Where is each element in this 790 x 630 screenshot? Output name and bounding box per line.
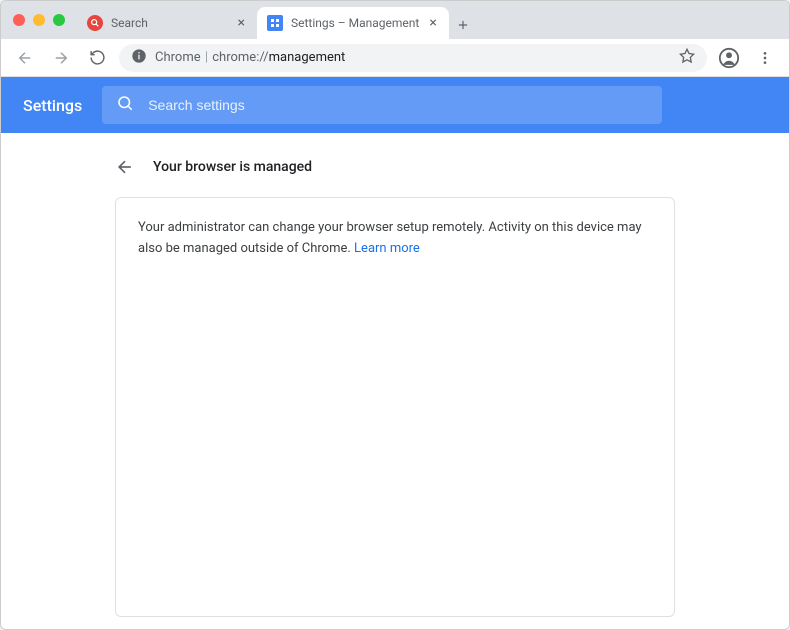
search-input[interactable] xyxy=(148,97,648,113)
back-button[interactable] xyxy=(11,44,39,72)
address-prefix: chrome:// xyxy=(212,50,268,65)
forward-button[interactable] xyxy=(47,44,75,72)
bookmark-star-icon[interactable] xyxy=(679,48,695,68)
content-panel: Your browser is managed Your administrat… xyxy=(115,133,675,629)
window-minimize-button[interactable] xyxy=(33,14,45,26)
address-path: management xyxy=(269,50,346,65)
close-icon[interactable]: × xyxy=(427,13,438,33)
tab-settings-management[interactable]: Settings – Management × xyxy=(257,7,449,39)
settings-header: Settings xyxy=(1,77,789,133)
search-icon xyxy=(116,94,134,116)
settings-search[interactable] xyxy=(102,86,662,124)
panel-body: Your administrator can change your brows… xyxy=(115,197,675,617)
more-menu-icon[interactable] xyxy=(751,44,779,72)
new-tab-button[interactable] xyxy=(449,11,477,39)
window-maximize-button[interactable] xyxy=(53,14,65,26)
address-separator: | xyxy=(204,50,212,65)
tab-search[interactable]: Search × xyxy=(77,7,257,39)
reload-button[interactable] xyxy=(83,44,111,72)
page-title: Your browser is managed xyxy=(153,159,312,175)
panel-header: Your browser is managed xyxy=(115,153,675,197)
learn-more-link[interactable]: Learn more xyxy=(354,241,420,256)
tab-title: Settings – Management xyxy=(291,16,419,30)
window-close-button[interactable] xyxy=(13,14,25,26)
settings-title: Settings xyxy=(23,96,82,115)
site-info-icon[interactable] xyxy=(131,48,147,68)
address-origin: Chrome xyxy=(155,50,201,65)
back-arrow-icon[interactable] xyxy=(115,157,135,177)
content-area: Your browser is managed Your administrat… xyxy=(1,133,789,629)
browser-window: Search × Settings – Management × xyxy=(0,0,790,630)
titlebar: Search × Settings – Management × xyxy=(1,1,789,39)
search-favicon-icon xyxy=(87,15,103,31)
tab-title: Search xyxy=(111,16,228,30)
browser-toolbar: Chrome | chrome://management xyxy=(1,39,789,77)
tab-strip: Search × Settings – Management × xyxy=(77,1,781,39)
close-icon[interactable]: × xyxy=(236,13,247,33)
profile-avatar-icon[interactable] xyxy=(715,44,743,72)
traffic-lights xyxy=(13,14,65,26)
address-bar[interactable]: Chrome | chrome://management xyxy=(119,44,707,72)
settings-favicon-icon xyxy=(267,15,283,31)
